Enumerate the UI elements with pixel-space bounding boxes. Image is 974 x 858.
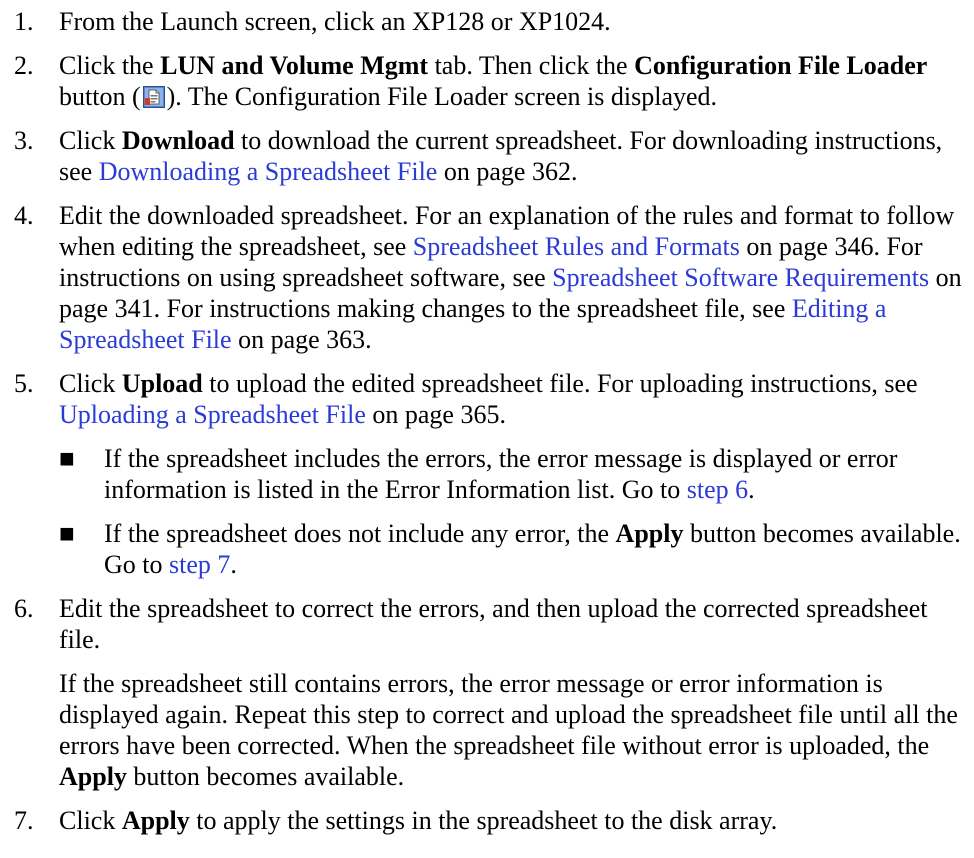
step-text: Click the LUN and Volume Mgmt tab. Then … [59,51,928,111]
list-item: ■ If the spreadsheet does not include an… [59,519,961,579]
step-number: 5. [14,369,34,398]
tab-name: LUN and Volume Mgmt [160,51,429,80]
step-number: 1. [14,7,34,36]
step-7: 7. Click Apply to apply the settings in … [14,805,969,836]
step-text: Click Download to download the current s… [59,126,943,186]
step-number: 6. [14,594,34,623]
step-4: 4. Edit the downloaded spreadsheet. For … [14,200,969,355]
step-2: 2. Click the LUN and Volume Mgmt tab. Th… [14,50,969,112]
step-number: 3. [14,126,34,155]
button-name: Apply [121,806,190,835]
step-note: If the spreadsheet still contains errors… [59,669,958,791]
bullet-square-icon: ■ [59,444,75,473]
link-uploading-spreadsheet[interactable]: Uploading a Spreadsheet File [59,400,366,429]
list-item: ■ If the spreadsheet includes the errors… [59,444,898,504]
step-text: Click Apply to apply the settings in the… [59,806,778,835]
bullet-square-icon: ■ [59,519,75,548]
step-text: Edit the downloaded spreadsheet. For an … [59,201,962,354]
step-5: 5. Click Upload to upload the edited spr… [14,368,969,580]
link-spreadsheet-software[interactable]: Spreadsheet Software Requirements [552,263,929,292]
step-text: Edit the spreadsheet to correct the erro… [59,594,928,654]
step-1: 1. From the Launch screen, click an XP12… [14,6,969,37]
configuration-file-loader-icon [142,84,165,108]
step-text: Click Upload to upload the edited spread… [59,369,918,429]
step-3: 3. Click Download to download the curren… [14,125,969,187]
button-name: Apply [59,762,127,791]
link-spreadsheet-rules[interactable]: Spreadsheet Rules and Formats [413,232,740,261]
step-6: 6. Edit the spreadsheet to correct the e… [14,593,969,792]
link-step-7[interactable]: step 7 [169,550,230,579]
button-name: Upload [121,369,203,398]
link-step-6[interactable]: step 6 [687,475,748,504]
bullet-list: ■ If the spreadsheet includes the errors… [59,443,969,580]
procedure-steps: 1. From the Launch screen, click an XP12… [14,6,969,849]
step-text: From the Launch screen, click an XP128 o… [59,7,611,36]
button-name: Download [121,126,235,155]
step-number: 2. [14,51,34,80]
step-number: 4. [14,201,34,230]
button-name: Apply [615,519,684,548]
link-downloading-spreadsheet[interactable]: Downloading a Spreadsheet File [99,157,438,186]
button-name: Configuration File Loader [634,51,928,80]
step-number: 7. [14,806,34,835]
